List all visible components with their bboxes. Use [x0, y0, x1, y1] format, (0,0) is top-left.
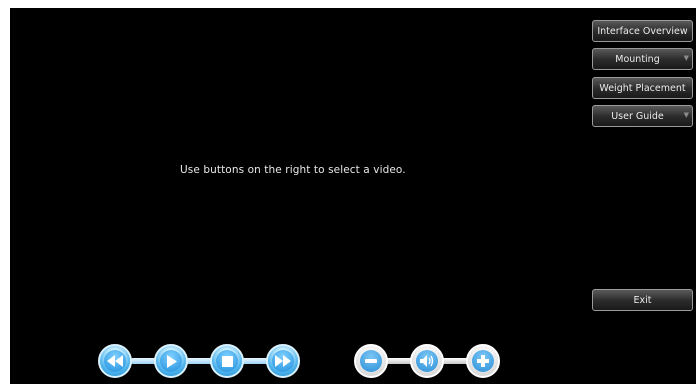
speaker-icon [416, 350, 438, 372]
weight-placement-label: Weight Placement [599, 82, 686, 94]
mute-button[interactable] [410, 344, 444, 378]
control-bar [10, 338, 696, 384]
mounting-button[interactable]: Mounting ▼ [592, 48, 693, 70]
weight-placement-button[interactable]: Weight Placement [592, 77, 693, 99]
chevron-down-icon: ▼ [683, 111, 689, 119]
stop-icon [216, 350, 238, 372]
play-button[interactable] [154, 344, 188, 378]
chevron-down-icon: ▼ [683, 54, 689, 62]
rewind-icon [104, 350, 126, 372]
video-area[interactable]: Use buttons on the right to select a vid… [10, 8, 590, 338]
rewind-button[interactable] [98, 344, 132, 378]
exit-button[interactable]: Exit [592, 289, 693, 311]
user-guide-label: User Guide [611, 110, 664, 122]
plus-icon [472, 350, 494, 372]
volume-up-button[interactable] [466, 344, 500, 378]
app-screen: Use buttons on the right to select a vid… [10, 8, 696, 384]
fast-forward-icon [272, 350, 294, 372]
user-guide-button[interactable]: User Guide ▼ [592, 105, 693, 127]
mounting-label: Mounting [615, 53, 660, 65]
minus-icon [360, 350, 382, 372]
volume-down-button[interactable] [354, 344, 388, 378]
interface-overview-label: Interface Overview [597, 25, 688, 37]
stop-button[interactable] [210, 344, 244, 378]
play-icon [160, 350, 182, 372]
interface-overview-button[interactable]: Interface Overview [592, 20, 693, 42]
fast-forward-button[interactable] [266, 344, 300, 378]
exit-label: Exit [633, 294, 652, 306]
instruction-message: Use buttons on the right to select a vid… [180, 164, 406, 176]
